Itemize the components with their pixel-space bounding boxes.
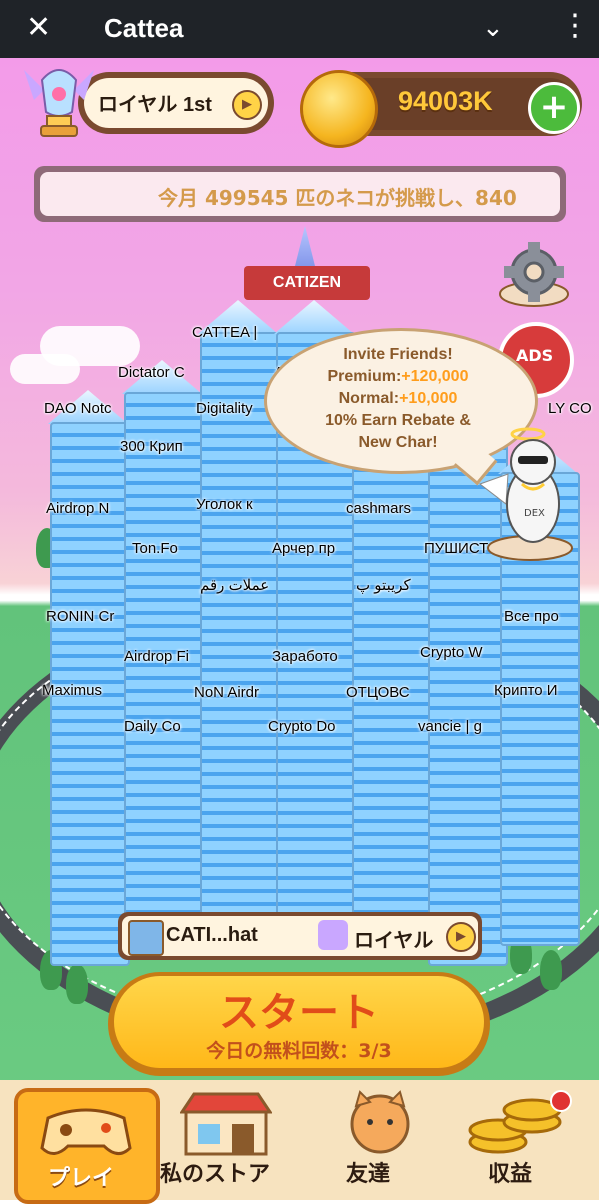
app-title: Cattea (104, 13, 184, 43)
tab-earnings-label: 収益 (488, 1162, 533, 1187)
tab-my-store[interactable]: 私のストア (158, 1088, 296, 1196)
trophy-icon (24, 69, 94, 137)
building-label[interactable]: 300 Крип (120, 438, 183, 455)
ticker: 今月 499545 匹のネコが挑戦し、840 (40, 172, 560, 216)
building[interactable] (124, 392, 204, 956)
building-label[interactable]: CATTEA | (192, 324, 257, 341)
gamepad-icon (40, 1108, 132, 1155)
store-icon (180, 1092, 272, 1156)
tree-icon (540, 950, 562, 990)
building-label[interactable]: Заработо (272, 648, 338, 665)
building-label[interactable]: كريبتو پ (356, 576, 411, 594)
building-label[interactable]: LY CO (548, 400, 592, 417)
building-label[interactable]: Airdrop Fi (124, 648, 189, 665)
cat-friends-icon (350, 1090, 410, 1154)
rank-badge-icon (318, 920, 348, 950)
invite-premium-value: +120,000 (401, 368, 469, 385)
cat-mascot-icon[interactable]: DEX (478, 424, 578, 564)
tower-banner: CATIZEN (244, 266, 370, 300)
invite-normal-label: Normal: (338, 390, 400, 407)
kebab-menu-icon[interactable]: ⋮ (560, 6, 590, 46)
tree-icon (66, 964, 88, 1004)
building-label[interactable]: Все про (504, 608, 559, 625)
info-rank-label: ロイヤル (354, 928, 434, 952)
building-label[interactable]: Dictator C (118, 364, 185, 381)
coin-icon (300, 70, 378, 148)
building-label[interactable]: Digitality (196, 400, 253, 417)
notification-dot (550, 1090, 572, 1112)
start-button-label: スタート (219, 990, 379, 1036)
tab-play-label: プレイ (48, 1166, 115, 1191)
tab-my-store-label: 私のストア (160, 1162, 271, 1187)
play-icon[interactable]: ▶ (446, 922, 476, 952)
channel-avatar (128, 920, 164, 956)
close-icon[interactable]: ✕ (26, 8, 51, 48)
mascot-badge: DEX (524, 508, 545, 519)
building-label[interactable]: NoN Airdr (194, 684, 259, 701)
tab-friends-label: 友達 (346, 1162, 391, 1187)
building-label[interactable]: Daily Co (124, 718, 181, 735)
building-label[interactable]: Крипто И (494, 682, 558, 699)
building-label[interactable]: ОТЦОВС (346, 684, 410, 701)
channel-name: CATI...hat (166, 924, 258, 946)
building-label[interactable]: Crypto W (420, 644, 483, 661)
building-label[interactable]: vancie | g (418, 718, 482, 735)
building-label[interactable]: RONIN Cr (46, 608, 114, 625)
invite-line3: Normal:+10,000 (264, 390, 532, 408)
building-label[interactable]: Crypto Do (268, 718, 336, 735)
tab-friends[interactable]: 友達 (304, 1088, 442, 1196)
invite-line1: Invite Friends! (343, 346, 453, 363)
rank-label: ロイヤル 1st (98, 94, 212, 116)
coins-amount: 94003K (398, 86, 493, 116)
building-label[interactable]: Уголок к (196, 496, 253, 513)
settings-gear-icon[interactable] (496, 238, 572, 310)
building-label[interactable]: Ton.Fo (132, 540, 178, 557)
free-plays-label: 今日の無料回数：3/3 (206, 1040, 392, 1062)
chevron-down-icon[interactable]: ⌄ (482, 8, 504, 48)
invite-line2: Premium:+120,000 (264, 368, 532, 386)
building-label[interactable]: cashmars (346, 500, 411, 517)
tab-play[interactable]: プレイ (14, 1088, 160, 1204)
invite-normal-value: +10,000 (399, 390, 458, 407)
building-label[interactable]: Арчер пр (272, 540, 335, 557)
play-icon[interactable]: ▶ (232, 90, 262, 120)
building-label[interactable]: عملات رقم (200, 576, 269, 594)
building-label[interactable]: Airdrop N (46, 500, 109, 517)
invite-premium-label: Premium: (327, 368, 402, 385)
building-label[interactable]: Maximus (42, 682, 102, 699)
cloud-decoration (10, 354, 80, 384)
building-label[interactable]: DAO Notc (44, 400, 112, 417)
top-bar: ✕ Cattea ⌄ ⋮ (0, 0, 599, 58)
ticker-text: 今月 499545 匹のネコが挑戦し、840 (158, 186, 517, 210)
building[interactable] (352, 392, 432, 956)
add-coins-button[interactable]: + (528, 82, 580, 134)
